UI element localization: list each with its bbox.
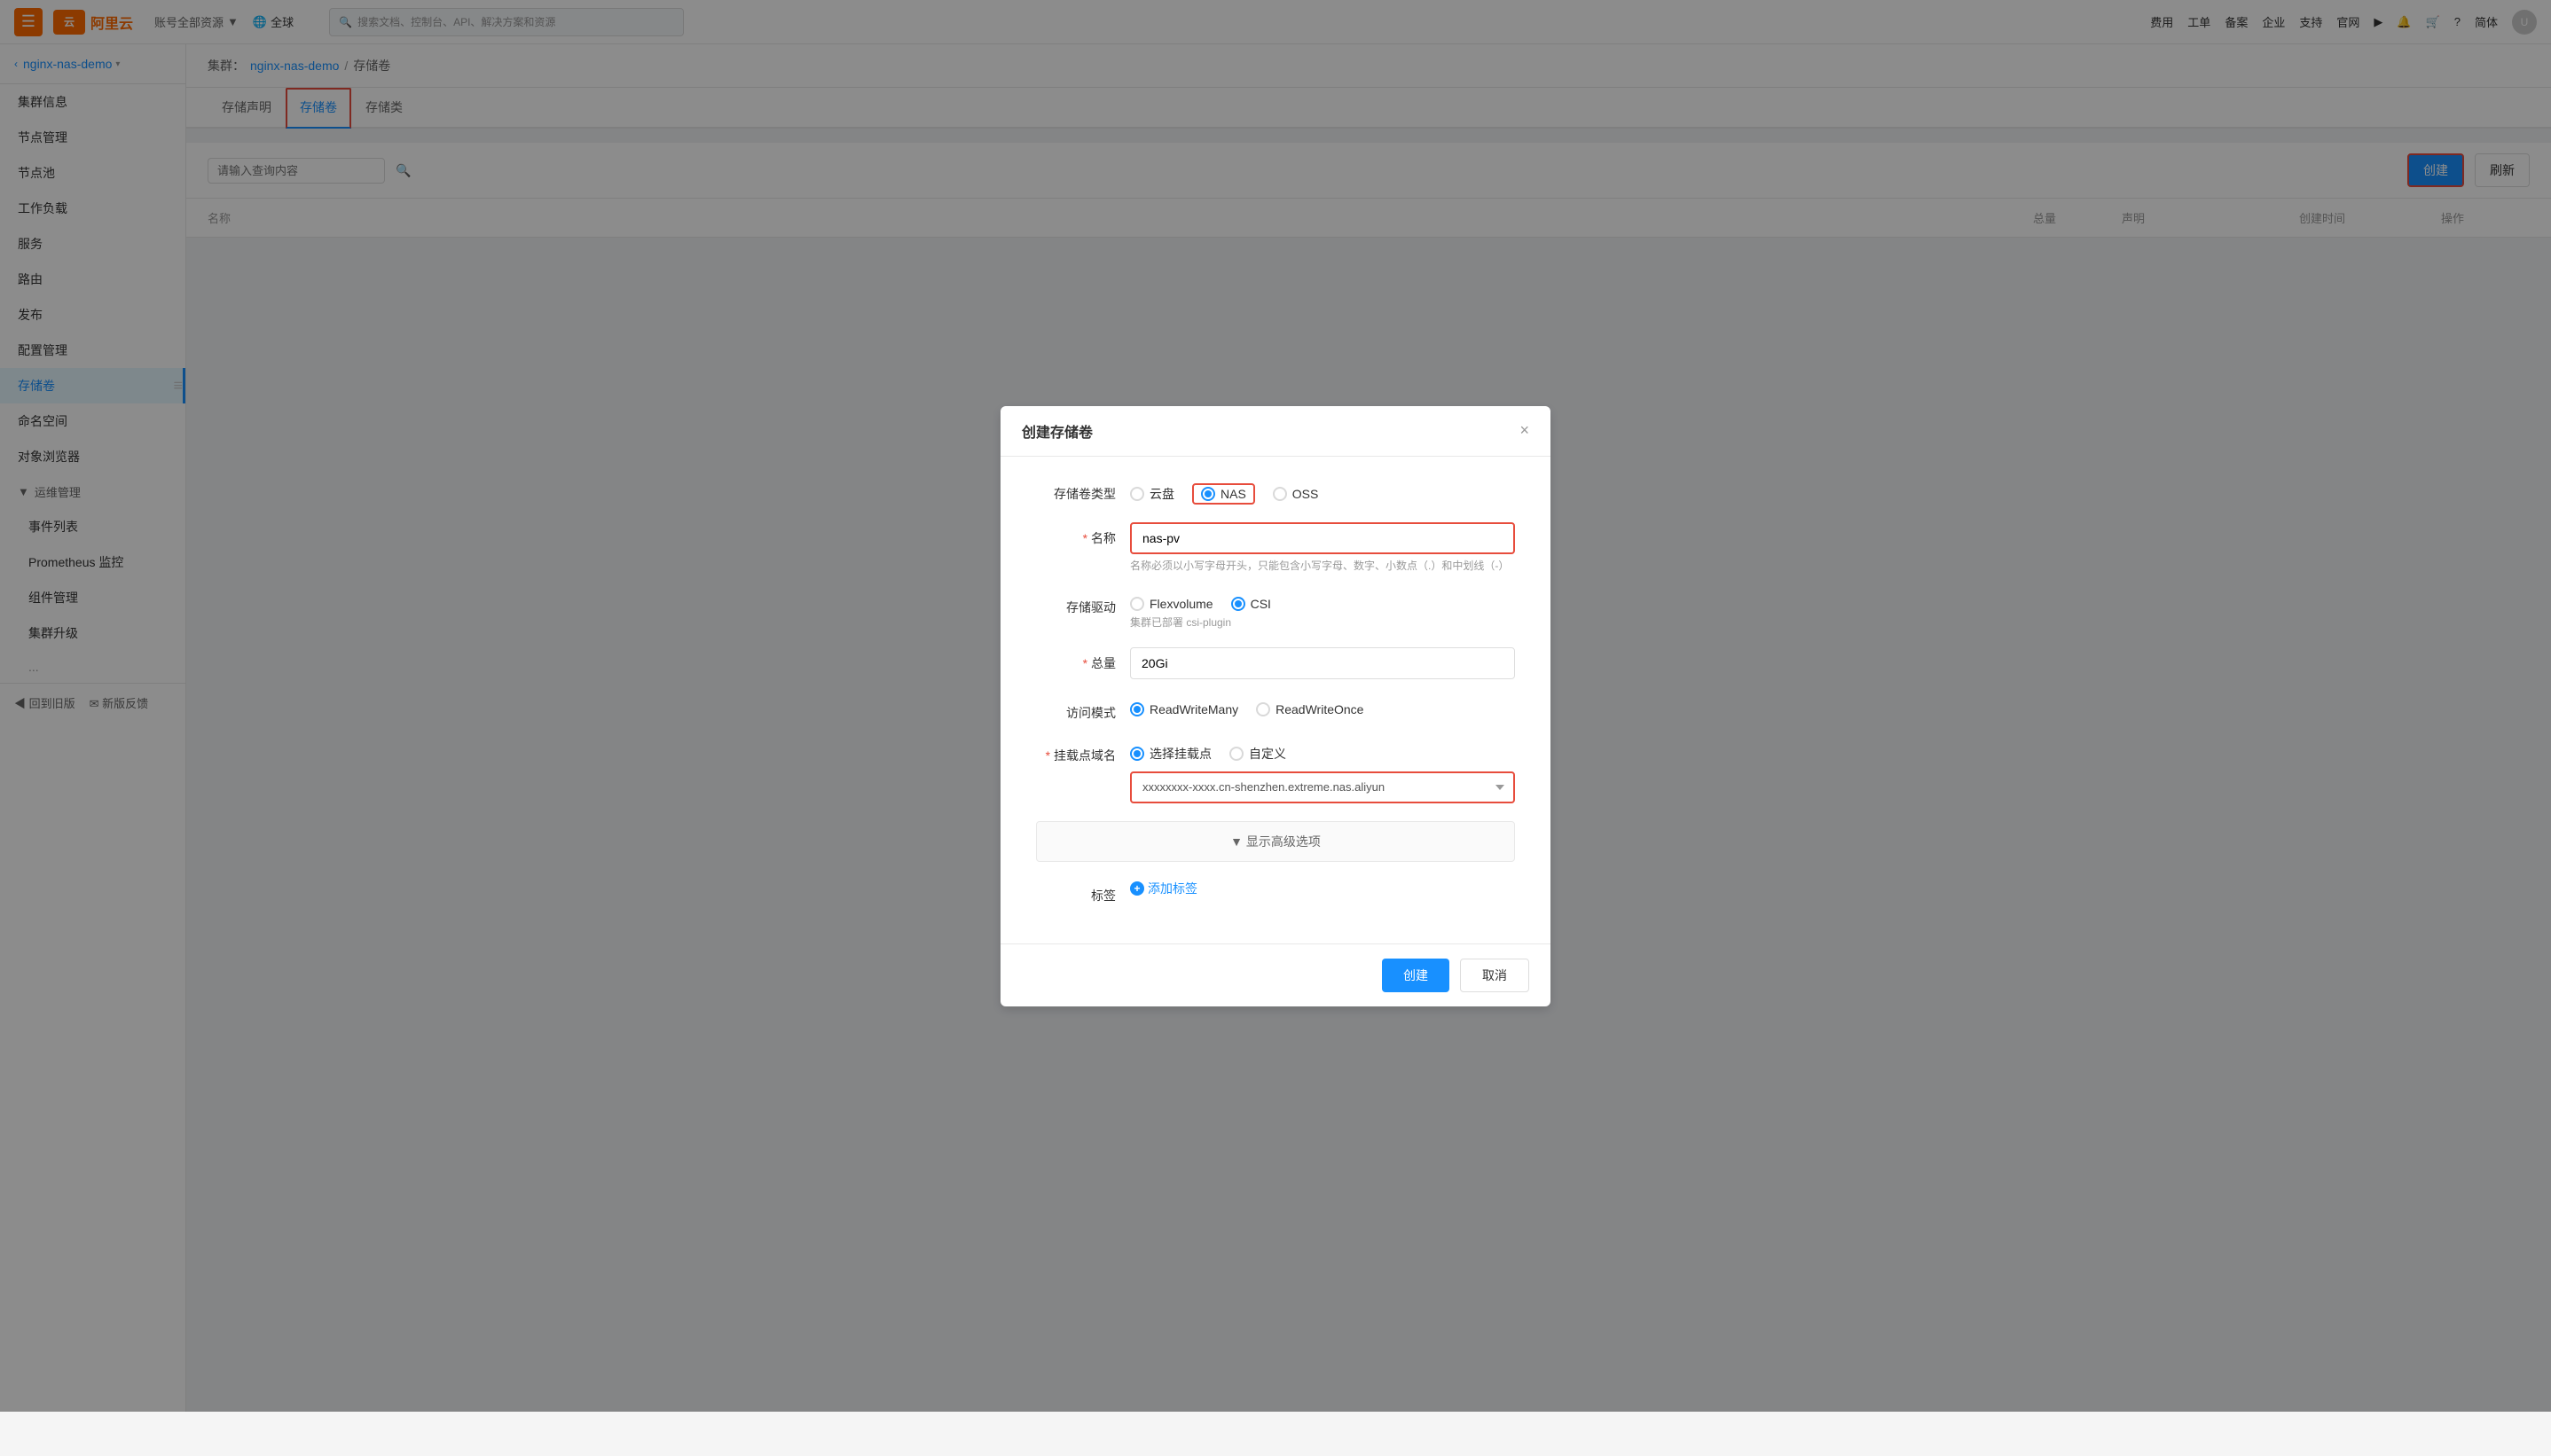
form-row-driver: 存储驱动 Flexvolume CSI 集群已部署 csi-plugin — [1036, 591, 1515, 630]
label-tags: 标签 — [1036, 880, 1116, 904]
control-driver: Flexvolume CSI 集群已部署 csi-plugin — [1130, 591, 1515, 630]
radio-cloud-disk[interactable]: 云盘 — [1130, 485, 1174, 503]
form-row-mount-domain: 挂载点域名 选择挂载点 自定义 xxxxxxxx-xxxx.cn-she — [1036, 740, 1515, 803]
label-driver: 存储驱动 — [1036, 591, 1116, 616]
form-row-name: 名称 名称必须以小写字母开头，只能包含小写字母、数字、小数点（.）和中划线（-） — [1036, 522, 1515, 574]
radio-circle-oss — [1273, 487, 1287, 501]
modal-header: 创建存储卷 × — [1001, 406, 1550, 457]
advanced-options-toggle[interactable]: ▼ 显示高级选项 — [1036, 821, 1515, 862]
radio-circle-custom — [1229, 747, 1244, 761]
radio-custom-mount[interactable]: 自定义 — [1229, 745, 1286, 763]
modal-close-button[interactable]: × — [1519, 421, 1529, 440]
radio-oss[interactable]: OSS — [1273, 487, 1319, 501]
name-hint: 名称必须以小写字母开头，只能包含小写字母、数字、小数点（.）和中划线（-） — [1130, 558, 1515, 574]
radio-readwritemany[interactable]: ReadWriteMany — [1130, 702, 1238, 716]
mount-type-radio-group: 选择挂载点 自定义 — [1130, 740, 1515, 763]
modal-body: 存储卷类型 云盘 NAS OSS — [1001, 457, 1550, 943]
radio-label-rwm: ReadWriteMany — [1150, 702, 1238, 716]
control-storage-type: 云盘 NAS OSS — [1130, 478, 1515, 505]
storage-type-radio-group: 云盘 NAS OSS — [1130, 478, 1515, 505]
radio-circle-rwo — [1256, 702, 1270, 716]
access-mode-radio-group: ReadWriteMany ReadWriteOnce — [1130, 697, 1515, 716]
radio-csi[interactable]: CSI — [1231, 597, 1271, 611]
radio-circle-rwm — [1130, 702, 1144, 716]
driver-radio-group: Flexvolume CSI — [1130, 591, 1515, 611]
modal-footer: 创建 取消 — [1001, 943, 1550, 1006]
radio-label-custom: 自定义 — [1249, 745, 1286, 763]
radio-readwriteonce[interactable]: ReadWriteOnce — [1256, 702, 1363, 716]
control-access-mode: ReadWriteMany ReadWriteOnce — [1130, 697, 1515, 716]
advanced-label: 显示高级选项 — [1246, 834, 1321, 849]
form-row-access-mode: 访问模式 ReadWriteMany ReadWriteOnce — [1036, 697, 1515, 722]
create-storage-modal: 创建存储卷 × 存储卷类型 云盘 NAS — [1001, 406, 1550, 1006]
advanced-chevron-icon: ▼ — [1230, 834, 1243, 849]
radio-label-cloud: 云盘 — [1150, 485, 1174, 503]
radio-flexvolume[interactable]: Flexvolume — [1130, 597, 1213, 611]
control-mount-domain: 选择挂载点 自定义 xxxxxxxx-xxxx.cn-shenzhen.extr… — [1130, 740, 1515, 803]
radio-label-select: 选择挂载点 — [1150, 745, 1212, 763]
modal-overlay: 创建存储卷 × 存储卷类型 云盘 NAS — [0, 0, 2551, 1412]
mount-domain-select[interactable]: xxxxxxxx-xxxx.cn-shenzhen.extreme.nas.al… — [1130, 771, 1515, 803]
radio-nas[interactable]: NAS — [1192, 483, 1255, 505]
radio-circle-flexvolume — [1130, 597, 1144, 611]
radio-label-rwo: ReadWriteOnce — [1276, 702, 1363, 716]
add-tag-label: 添加标签 — [1148, 880, 1197, 897]
total-input[interactable] — [1130, 647, 1515, 679]
radio-circle-select — [1130, 747, 1144, 761]
name-input[interactable] — [1130, 522, 1515, 554]
control-name: 名称必须以小写字母开头，只能包含小写字母、数字、小数点（.）和中划线（-） — [1130, 522, 1515, 574]
modal-title: 创建存储卷 — [1022, 420, 1093, 442]
label-total: 总量 — [1036, 647, 1116, 672]
modal-create-button[interactable]: 创建 — [1382, 959, 1449, 992]
radio-select-mount[interactable]: 选择挂载点 — [1130, 745, 1212, 763]
form-row-storage-type: 存储卷类型 云盘 NAS OSS — [1036, 478, 1515, 505]
radio-label-csi: CSI — [1251, 597, 1271, 611]
label-access-mode: 访问模式 — [1036, 697, 1116, 722]
modal-cancel-button[interactable]: 取消 — [1460, 959, 1529, 992]
control-total — [1130, 647, 1515, 679]
driver-hint: 集群已部署 csi-plugin — [1130, 614, 1515, 630]
radio-circle-cloud — [1130, 487, 1144, 501]
radio-label-nas: NAS — [1221, 487, 1246, 501]
control-tags: + 添加标签 — [1130, 880, 1515, 897]
add-tag-button[interactable]: + 添加标签 — [1130, 880, 1197, 897]
label-mount-domain: 挂载点域名 — [1036, 740, 1116, 764]
form-row-tags: 标签 + 添加标签 — [1036, 880, 1515, 904]
label-storage-type: 存储卷类型 — [1036, 478, 1116, 503]
label-name: 名称 — [1036, 522, 1116, 547]
tag-section: + 添加标签 — [1130, 880, 1515, 897]
radio-circle-csi — [1231, 597, 1245, 611]
radio-label-flexvolume: Flexvolume — [1150, 597, 1213, 611]
form-row-total: 总量 — [1036, 647, 1515, 679]
radio-circle-nas — [1201, 487, 1215, 501]
add-tag-icon: + — [1130, 881, 1144, 896]
radio-label-oss: OSS — [1292, 487, 1319, 501]
